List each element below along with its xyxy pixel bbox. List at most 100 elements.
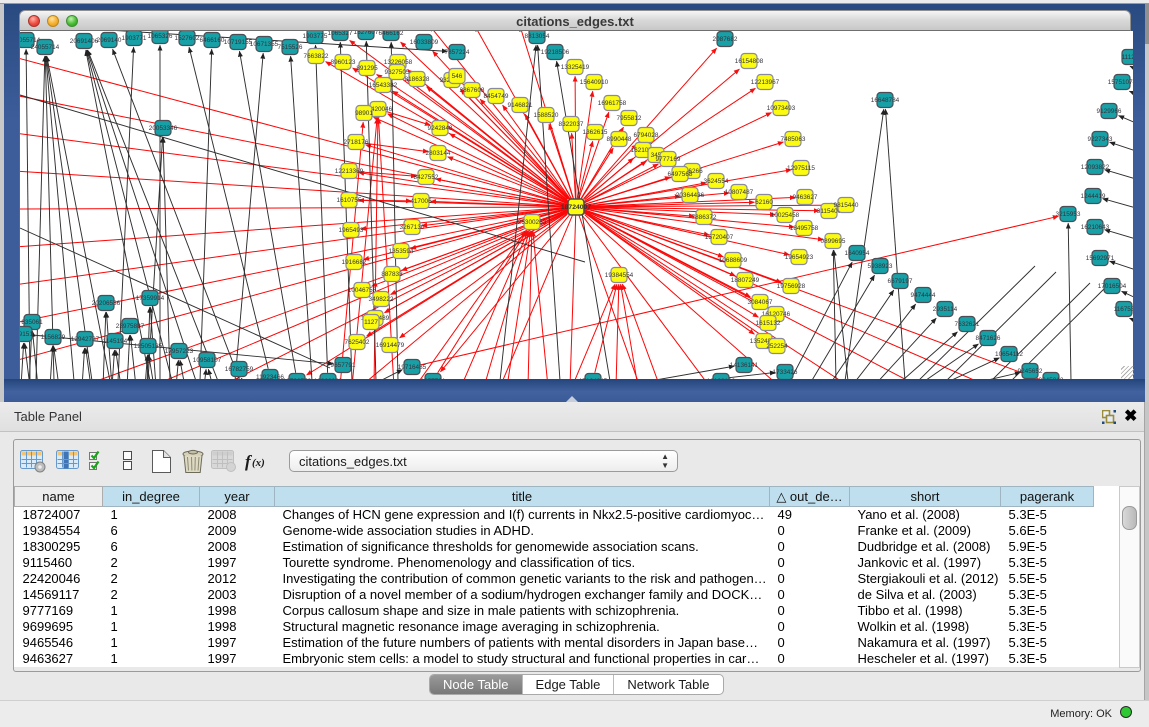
svg-text:19136193: 19136193 bbox=[707, 378, 736, 379]
svg-text:19654923: 19654923 bbox=[785, 254, 814, 261]
svg-text:17957223: 17957223 bbox=[165, 348, 194, 355]
svg-text:7515526: 7515526 bbox=[278, 44, 303, 51]
svg-text:12942737: 12942737 bbox=[71, 336, 100, 343]
svg-text:16961758: 16961758 bbox=[598, 100, 627, 107]
svg-text:1588520: 1588520 bbox=[534, 112, 559, 119]
svg-text:1965493: 1965493 bbox=[339, 227, 364, 234]
svg-text:20053346: 20053346 bbox=[149, 125, 178, 132]
svg-text:3084067: 3084067 bbox=[748, 299, 773, 306]
svg-text:10688609: 10688609 bbox=[719, 257, 748, 264]
svg-text:9815440: 9815440 bbox=[834, 202, 859, 209]
svg-text:9129966: 9129966 bbox=[1097, 108, 1122, 115]
svg-text:9146821: 9146821 bbox=[508, 102, 533, 109]
svg-text:17164645: 17164645 bbox=[579, 378, 608, 379]
svg-text:1610755: 1610755 bbox=[337, 197, 362, 204]
svg-text:12213967: 12213967 bbox=[751, 79, 780, 86]
svg-text:16914479: 16914479 bbox=[376, 342, 405, 349]
svg-text:2803144: 2803144 bbox=[426, 150, 451, 157]
svg-text:15751074: 15751074 bbox=[1108, 79, 1133, 86]
svg-text:98901: 98901 bbox=[355, 110, 373, 117]
svg-text:16033809: 16033809 bbox=[410, 39, 439, 46]
svg-text:9657791: 9657791 bbox=[331, 362, 356, 369]
svg-text:1857791: 1857791 bbox=[421, 378, 446, 379]
svg-text:887833: 887833 bbox=[381, 271, 403, 278]
svg-text:8813054: 8813054 bbox=[525, 33, 550, 40]
svg-text:23975887: 23975887 bbox=[116, 323, 145, 330]
svg-text:9777169: 9777169 bbox=[656, 156, 681, 163]
svg-text:10025458: 10025458 bbox=[771, 212, 800, 219]
svg-text:1127: 1127 bbox=[364, 319, 378, 326]
svg-text:6497568: 6497568 bbox=[668, 171, 693, 178]
svg-text:19716485: 19716485 bbox=[398, 364, 427, 371]
svg-text:1244419: 1244419 bbox=[1081, 193, 1106, 200]
svg-text:10973493: 10973493 bbox=[767, 105, 796, 112]
svg-text:10719155: 10719155 bbox=[224, 39, 253, 46]
svg-text:16154808: 16154808 bbox=[735, 58, 764, 65]
svg-text:9474444: 9474444 bbox=[911, 292, 936, 299]
svg-text:18495758: 18495758 bbox=[790, 225, 819, 232]
svg-text:16543382: 16543382 bbox=[369, 82, 398, 89]
svg-text:12923668: 12923668 bbox=[314, 378, 343, 379]
svg-text:7886372: 7886372 bbox=[692, 214, 717, 221]
svg-text:116753: 116753 bbox=[1114, 306, 1133, 313]
svg-text:1362615: 1362615 bbox=[583, 129, 608, 136]
svg-text:13325419: 13325419 bbox=[561, 64, 590, 71]
svg-text:11923466: 11923466 bbox=[256, 374, 284, 379]
svg-text:15640910: 15640910 bbox=[580, 79, 609, 86]
svg-text:19218506: 19218506 bbox=[541, 49, 570, 56]
svg-text:5938923: 5938923 bbox=[868, 263, 893, 270]
svg-text:6466162: 6466162 bbox=[379, 31, 404, 37]
svg-text:9245012: 9245012 bbox=[1039, 377, 1064, 379]
svg-text:1065326: 1065326 bbox=[148, 33, 173, 40]
svg-text:1916682: 1916682 bbox=[342, 259, 367, 266]
svg-text:16648784: 16648784 bbox=[871, 97, 900, 104]
svg-text:25300263: 25300263 bbox=[518, 219, 547, 226]
svg-text:10792759: 10792759 bbox=[283, 378, 312, 379]
svg-text:9245652: 9245652 bbox=[1018, 368, 1043, 375]
svg-text:8322037: 8322037 bbox=[559, 121, 584, 128]
svg-text:7485063: 7485063 bbox=[781, 136, 806, 143]
svg-text:12975115: 12975115 bbox=[787, 165, 815, 172]
svg-text:2935114: 2935114 bbox=[933, 306, 958, 313]
svg-text:(x): (x) bbox=[252, 457, 265, 469]
svg-text:15720407: 15720407 bbox=[705, 234, 734, 241]
svg-text:1065327: 1065327 bbox=[328, 31, 353, 37]
svg-text:1156829: 1156829 bbox=[41, 334, 66, 341]
svg-text:546: 546 bbox=[452, 73, 463, 80]
svg-text:1640954: 1640954 bbox=[845, 250, 870, 257]
svg-text:8454749: 8454749 bbox=[484, 93, 509, 100]
svg-text:17016504: 17016504 bbox=[1098, 283, 1127, 290]
svg-text:10807487: 10807487 bbox=[725, 189, 754, 196]
svg-text:8990448: 8990448 bbox=[607, 136, 632, 143]
svg-text:12093822: 12093822 bbox=[1081, 164, 1110, 171]
svg-text:3498222: 3498222 bbox=[369, 296, 394, 303]
svg-text:3267130: 3267130 bbox=[400, 224, 425, 231]
svg-text:1903771: 1903771 bbox=[122, 35, 147, 42]
svg-text:18807249: 18807249 bbox=[731, 277, 760, 284]
svg-text:0899695: 0899695 bbox=[821, 238, 846, 245]
svg-text:2718176: 2718176 bbox=[344, 139, 369, 146]
svg-text:7955812: 7955812 bbox=[617, 115, 642, 122]
svg-text:19384554: 19384554 bbox=[605, 272, 634, 279]
svg-text:62160: 62160 bbox=[755, 199, 773, 206]
svg-text:18724007: 18724007 bbox=[561, 204, 591, 211]
svg-text:835061: 835061 bbox=[21, 319, 43, 326]
svg-text:10654112: 10654112 bbox=[995, 351, 1023, 358]
svg-text:7632621: 7632621 bbox=[955, 321, 980, 328]
svg-text:1527602: 1527602 bbox=[175, 35, 200, 42]
svg-text:3624554: 3624554 bbox=[704, 178, 729, 185]
svg-text:7625402: 7625402 bbox=[345, 339, 370, 346]
svg-text:9227343: 9227343 bbox=[1088, 136, 1113, 143]
svg-text:3215953: 3215953 bbox=[1056, 211, 1081, 218]
svg-text:24055714: 24055714 bbox=[31, 44, 60, 51]
svg-text:6466160: 6466160 bbox=[200, 37, 225, 44]
svg-text:2087682: 2087682 bbox=[713, 36, 738, 43]
svg-text:16210643: 16210643 bbox=[1081, 224, 1110, 231]
svg-text:1615132: 1615132 bbox=[756, 320, 781, 327]
svg-text:20364436: 20364436 bbox=[676, 192, 705, 199]
svg-text:252254: 252254 bbox=[766, 343, 788, 350]
svg-text:8186328: 8186328 bbox=[405, 76, 430, 83]
svg-text:19756928: 19756928 bbox=[777, 283, 806, 290]
svg-text:2069140: 2069140 bbox=[97, 37, 122, 44]
svg-text:20206536: 20206536 bbox=[92, 300, 121, 307]
